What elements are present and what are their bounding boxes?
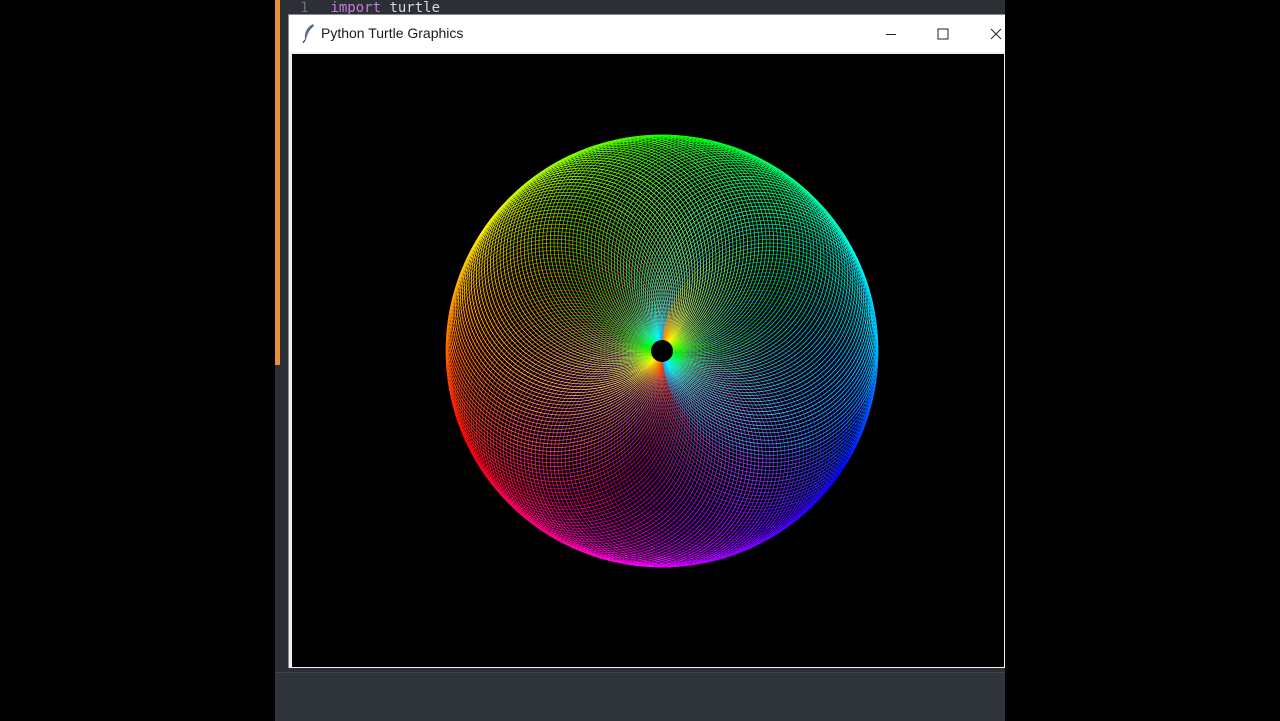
feather-icon	[302, 24, 314, 43]
turtle-canvas[interactable]	[292, 54, 1004, 667]
editor-bottom-panel	[275, 672, 1005, 721]
turtle-center-dot	[651, 340, 673, 362]
maximize-button[interactable]	[920, 15, 966, 52]
close-button[interactable]	[973, 15, 1005, 52]
minimize-icon	[886, 33, 896, 35]
turtle-window: Python Turtle Graphics	[288, 14, 1005, 668]
spirograph-drawing	[445, 134, 879, 568]
editor-accent-bar	[275, 0, 280, 365]
maximize-icon	[937, 28, 949, 39]
window-titlebar[interactable]: Python Turtle Graphics	[289, 15, 1005, 52]
window-title: Python Turtle Graphics	[321, 25, 464, 41]
close-icon	[990, 28, 1002, 39]
minimize-button[interactable]	[868, 15, 914, 52]
